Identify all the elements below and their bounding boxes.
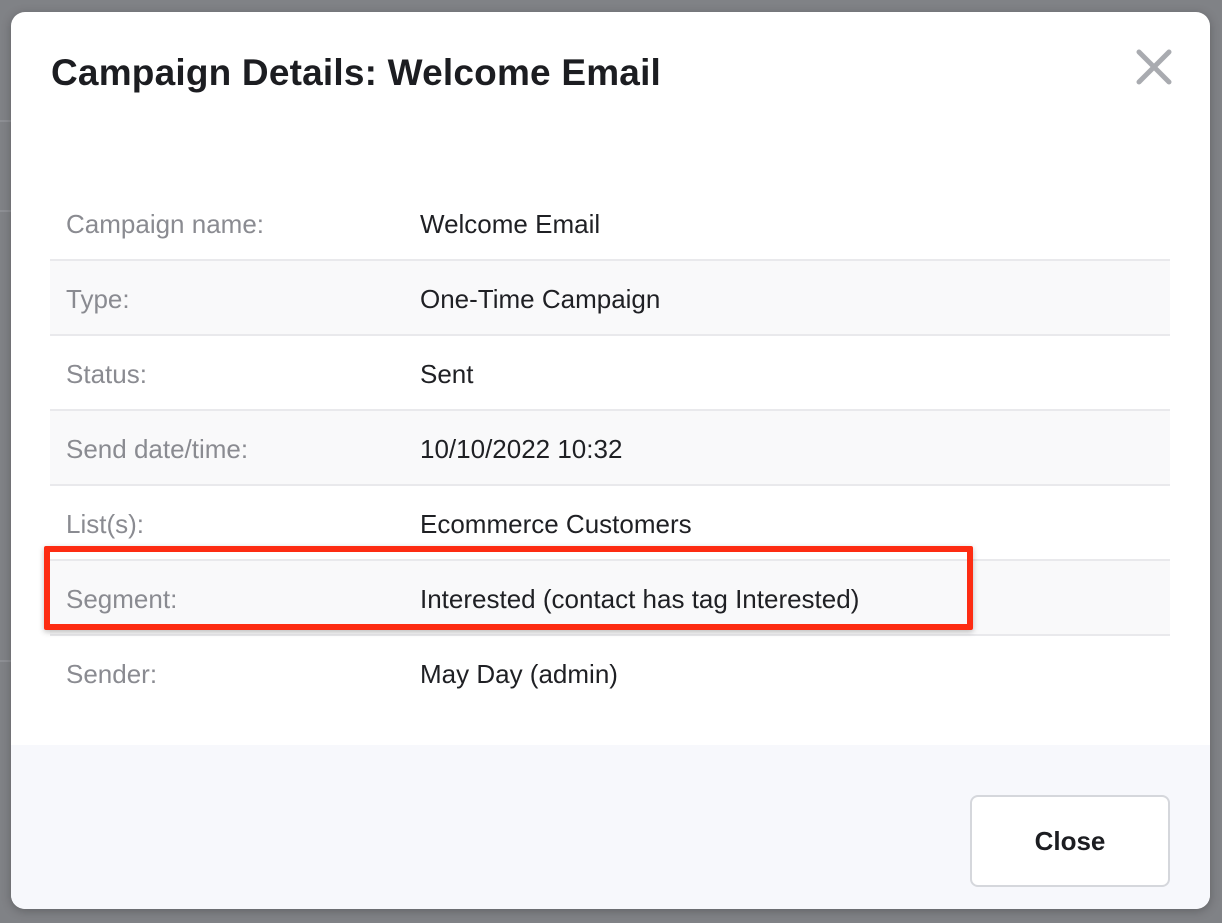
detail-row-send-datetime: Send date/time: 10/10/2022 10:32 (50, 411, 1170, 486)
campaign-details-modal: Campaign Details: Welcome Email Campaign… (11, 12, 1210, 909)
detail-row-lists: List(s): Ecommerce Customers (50, 486, 1170, 561)
detail-row-status: Status: Sent (50, 336, 1170, 411)
detail-row-type: Type: One-Time Campaign (50, 261, 1170, 336)
detail-value: 10/10/2022 10:32 (420, 434, 623, 464)
detail-label: Sender: (66, 659, 158, 689)
detail-value: May Day (admin) (420, 659, 618, 689)
detail-value: Ecommerce Customers (420, 509, 692, 539)
detail-label: List(s): (66, 509, 144, 539)
detail-row-campaign-name: Campaign name: Welcome Email (50, 186, 1170, 261)
detail-label: Campaign name: (66, 209, 264, 239)
detail-value: Interested (contact has tag Interested) (420, 584, 860, 614)
detail-label: Type: (66, 284, 130, 314)
detail-value: Welcome Email (420, 209, 601, 239)
detail-row-sender: Sender: May Day (admin) (50, 636, 1170, 711)
modal-header: Campaign Details: Welcome Email (11, 12, 1210, 152)
detail-value: Sent (420, 359, 474, 389)
detail-value: One-Time Campaign (420, 284, 661, 314)
close-button[interactable]: Close (970, 795, 1170, 887)
modal-title: Campaign Details: Welcome Email (51, 52, 662, 93)
detail-label: Status: (66, 359, 147, 389)
detail-row-segment: Segment: Interested (contact has tag Int… (50, 561, 1170, 636)
details-table: Campaign name: Welcome Email Type: One-T… (50, 186, 1170, 711)
modal-footer: Close (11, 745, 1210, 909)
detail-label: Segment: (66, 584, 178, 614)
close-x-icon[interactable] (1133, 46, 1175, 88)
detail-label: Send date/time: (66, 434, 249, 464)
